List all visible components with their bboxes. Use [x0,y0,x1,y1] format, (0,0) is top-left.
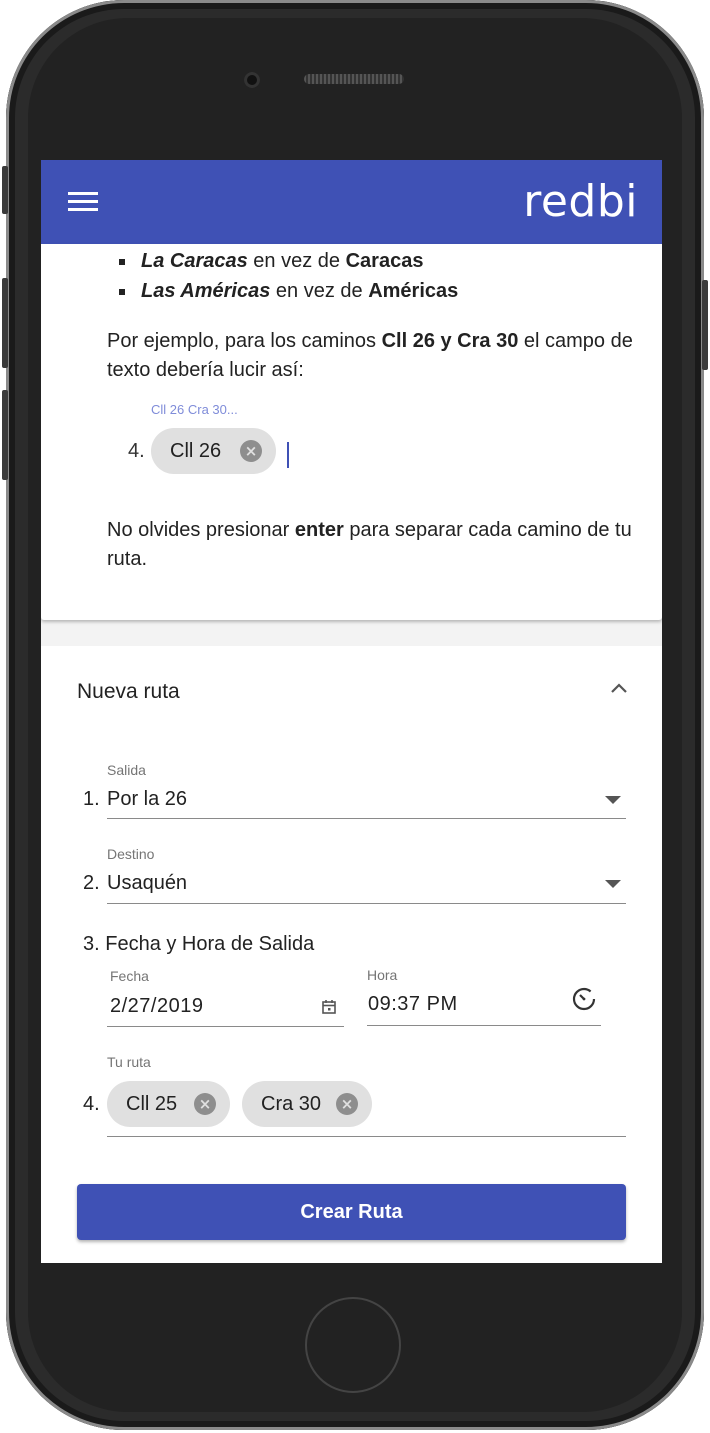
example-number: 4. [128,440,145,462]
fecha-underline [107,1026,344,1027]
salida-underline [107,818,626,819]
example-paragraph: Por ejemplo, para los caminos Cll 26 y C… [107,330,633,381]
chevron-up-icon[interactable] [607,676,631,700]
destino-label: Destino [107,846,155,862]
menu-icon[interactable] [68,192,98,212]
app-bar: redbi [41,160,662,244]
hora-label: Hora [367,967,398,983]
home-button[interactable] [305,1297,401,1393]
hora-input[interactable]: 09:37 PM [368,993,458,1016]
fecha-hora-heading: 3. Fecha y Hora de Salida [83,933,315,955]
app-logo: redbi [523,176,638,227]
fecha-input[interactable]: 2/27/2019 [110,995,203,1018]
chip-label: Cra 30 [261,1093,322,1115]
chip-remove-icon: × [240,440,262,462]
chip-remove-icon[interactable]: × [194,1093,216,1115]
salida-label: Salida [107,762,146,778]
fecha-label: Fecha [110,968,149,984]
calendar-icon[interactable] [320,998,338,1016]
speaker-grille [304,74,404,84]
new-route-panel: Nueva ruta Salida 1. Por la 26 Destino 2… [41,646,662,1263]
text-caret [287,442,289,468]
list-item: Las Américas en vez de Américas [118,276,458,306]
chip-label: Cll 25 [126,1093,178,1115]
clock-icon[interactable] [571,986,597,1012]
ruta-underline [107,1136,626,1137]
ruta-label: Tu ruta [107,1054,151,1070]
salida-number: 1. [83,788,100,810]
ruta-number: 4. [83,1093,100,1115]
side-button-volume-down [2,390,8,480]
enter-paragraph: No olvides presionar enter para separar … [107,519,632,570]
example-field-label: Cll 26 Cra 30... [151,402,238,417]
hora-underline [367,1025,601,1026]
route-chip: Cra 30 × [242,1081,372,1127]
example-chip: Cll 26 × [151,428,276,474]
side-button-volume-up [2,278,8,368]
app-screen: redbi La Caracas en vez de Caracas Las A… [41,160,662,1263]
instructions-card: La Caracas en vez de Caracas Las América… [41,244,662,620]
dropdown-arrow-icon[interactable] [605,880,621,888]
destino-underline [107,903,626,904]
chip-remove-icon[interactable]: × [336,1093,358,1115]
camera [244,72,260,88]
salida-select[interactable]: Por la 26 [107,788,187,811]
side-button-mute [2,166,8,214]
dropdown-arrow-icon[interactable] [605,796,621,804]
panel-title: Nueva ruta [77,680,180,703]
side-button-power [702,280,708,370]
route-chip: Cll 25 × [107,1081,230,1127]
chip-label: Cll 26 [170,440,222,462]
create-route-button[interactable]: Crear Ruta [77,1184,626,1240]
destino-select[interactable]: Usaquén [107,872,187,895]
destino-number: 2. [83,872,100,894]
list-item: La Caracas en vez de Caracas [118,246,423,276]
